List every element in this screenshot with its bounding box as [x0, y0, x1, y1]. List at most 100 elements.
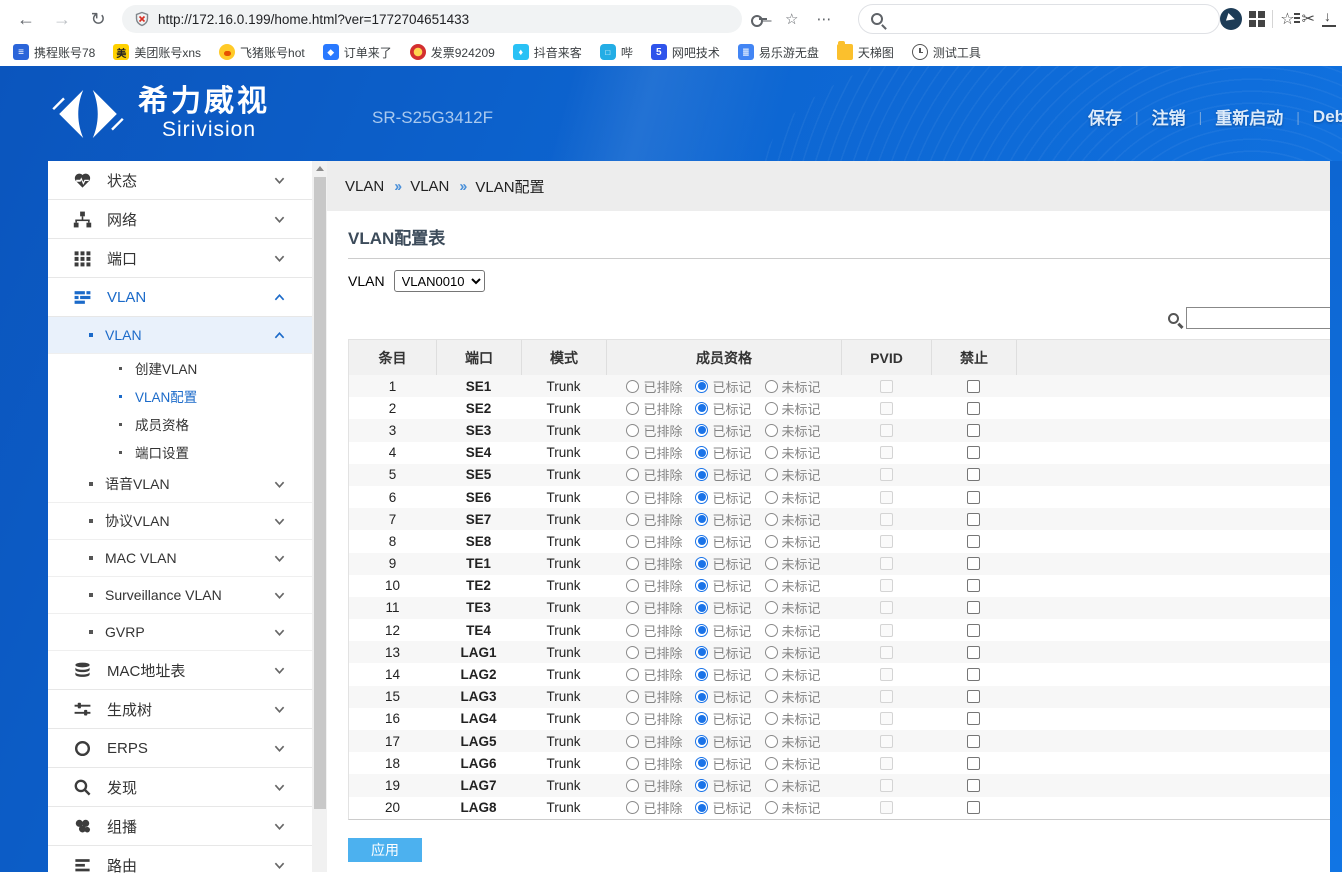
radio-excluded[interactable]: 已排除: [626, 776, 682, 795]
radio-tagged[interactable]: 已标记: [695, 576, 752, 595]
radio-icon[interactable]: [626, 601, 640, 615]
radio-untagged[interactable]: 未标记: [764, 510, 821, 529]
scrollbar-thumb[interactable]: [313, 177, 326, 809]
sidebar-item[interactable]: 路由: [48, 846, 312, 874]
radio-icon[interactable]: [626, 712, 640, 726]
radio-excluded[interactable]: 已排除: [626, 532, 682, 551]
radio-icon[interactable]: [626, 401, 640, 415]
radio-excluded[interactable]: 已排除: [626, 687, 682, 706]
radio-tagged[interactable]: 已标记: [695, 465, 752, 484]
browser-search-box[interactable]: [858, 4, 1221, 34]
site-security-icon[interactable]: [134, 11, 150, 27]
radio-icon[interactable]: [626, 734, 640, 748]
sidebar-item[interactable]: 成员资格: [48, 410, 312, 438]
radio-excluded[interactable]: 已排除: [626, 643, 682, 662]
radio-selected-icon[interactable]: [695, 623, 709, 637]
radio-selected-icon[interactable]: [695, 423, 709, 437]
radio-tagged[interactable]: 已标记: [695, 732, 752, 751]
radio-untagged[interactable]: 未标记: [764, 621, 821, 640]
forbid-checkbox[interactable]: [967, 645, 980, 659]
radio-tagged[interactable]: 已标记: [695, 687, 752, 706]
radio-icon[interactable]: [626, 423, 640, 437]
bookmark-item[interactable]: □ 哔: [593, 42, 640, 63]
radio-tagged[interactable]: 已标记: [695, 754, 752, 773]
forbid-checkbox[interactable]: [967, 401, 980, 415]
radio-tagged[interactable]: 已标记: [695, 532, 752, 551]
table-search-input[interactable]: [1186, 307, 1336, 329]
radio-icon[interactable]: [626, 490, 640, 504]
radio-icon[interactable]: [764, 668, 778, 682]
radio-icon[interactable]: [764, 468, 778, 482]
forbid-checkbox[interactable]: [967, 490, 980, 504]
header-action-button[interactable]: 注销: [1152, 104, 1186, 129]
radio-icon[interactable]: [764, 645, 778, 659]
sidebar-item[interactable]: VLAN配置: [48, 382, 312, 410]
radio-tagged[interactable]: 已标记: [695, 643, 752, 662]
radio-icon[interactable]: [764, 778, 778, 792]
radio-selected-icon[interactable]: [695, 801, 709, 815]
forbid-checkbox[interactable]: [967, 778, 980, 792]
forbid-checkbox[interactable]: [967, 668, 980, 682]
radio-tagged[interactable]: 已标记: [695, 776, 752, 795]
radio-selected-icon[interactable]: [695, 778, 709, 792]
radio-icon[interactable]: [764, 401, 778, 415]
forbid-checkbox[interactable]: [967, 512, 980, 526]
radio-excluded[interactable]: 已排除: [626, 443, 682, 462]
apply-button[interactable]: 应用: [348, 837, 422, 862]
sidebar-item[interactable]: 端口设置: [48, 438, 312, 466]
radio-selected-icon[interactable]: [695, 712, 709, 726]
radio-selected-icon[interactable]: [695, 534, 709, 548]
radio-selected-icon[interactable]: [695, 668, 709, 682]
radio-untagged[interactable]: 未标记: [764, 643, 821, 662]
bookmark-item[interactable]: 5 网吧技术: [644, 42, 727, 63]
radio-excluded[interactable]: 已排除: [626, 399, 682, 418]
bookmark-item[interactable]: ♦ 抖音来客: [506, 42, 589, 63]
radio-tagged[interactable]: 已标记: [695, 399, 752, 418]
forbid-checkbox[interactable]: [967, 601, 980, 615]
forbid-checkbox[interactable]: [967, 623, 980, 637]
back-icon[interactable]: ←: [12, 5, 40, 33]
vlan-select[interactable]: VLAN0010: [393, 270, 485, 292]
forbid-checkbox[interactable]: [967, 534, 980, 548]
radio-tagged[interactable]: 已标记: [695, 510, 752, 529]
radio-tagged[interactable]: 已标记: [695, 554, 752, 573]
radio-excluded[interactable]: 已排除: [626, 709, 682, 728]
bookmark-item[interactable]: ≣ 易乐游无盘: [731, 42, 826, 63]
radio-icon[interactable]: [764, 446, 778, 460]
forbid-checkbox[interactable]: [967, 423, 980, 437]
radio-icon[interactable]: [764, 623, 778, 637]
scroll-up-arrow-icon[interactable]: [312, 161, 327, 176]
bookmark-item[interactable]: 美 美团账号xns: [106, 42, 208, 63]
bookmarks-list-icon[interactable]: ☆: [1280, 9, 1301, 29]
radio-icon[interactable]: [764, 690, 778, 704]
radio-icon[interactable]: [764, 512, 778, 526]
more-options-icon[interactable]: ⋯: [816, 10, 831, 28]
sidebar-item[interactable]: VLAN: [48, 317, 312, 354]
radio-icon[interactable]: [764, 601, 778, 615]
radio-selected-icon[interactable]: [695, 512, 709, 526]
sidebar-item[interactable]: GVRP: [48, 614, 312, 651]
radio-icon[interactable]: [626, 690, 640, 704]
sidebar-item[interactable]: ERPS: [48, 729, 312, 768]
radio-selected-icon[interactable]: [695, 557, 709, 571]
breadcrumb-segment[interactable]: VLAN: [345, 178, 384, 195]
radio-excluded[interactable]: 已排除: [626, 421, 682, 440]
forbid-checkbox[interactable]: [967, 734, 980, 748]
reload-icon[interactable]: ↻: [84, 5, 112, 33]
radio-selected-icon[interactable]: [695, 490, 709, 504]
radio-untagged[interactable]: 未标记: [764, 532, 821, 551]
forbid-checkbox[interactable]: [967, 446, 980, 460]
radio-untagged[interactable]: 未标记: [764, 443, 821, 462]
bookmark-star-icon[interactable]: ☆: [785, 10, 798, 28]
radio-untagged[interactable]: 未标记: [764, 709, 821, 728]
radio-icon[interactable]: [626, 379, 640, 393]
radio-icon[interactable]: [626, 579, 640, 593]
forbid-checkbox[interactable]: [967, 557, 980, 571]
radio-untagged[interactable]: 未标记: [764, 399, 821, 418]
radio-excluded[interactable]: 已排除: [626, 488, 682, 507]
radio-selected-icon[interactable]: [695, 379, 709, 393]
radio-tagged[interactable]: 已标记: [695, 598, 752, 617]
radio-icon[interactable]: [764, 379, 778, 393]
sidebar-item[interactable]: 组播: [48, 807, 312, 846]
sidebar-item[interactable]: Surveillance VLAN: [48, 577, 312, 614]
